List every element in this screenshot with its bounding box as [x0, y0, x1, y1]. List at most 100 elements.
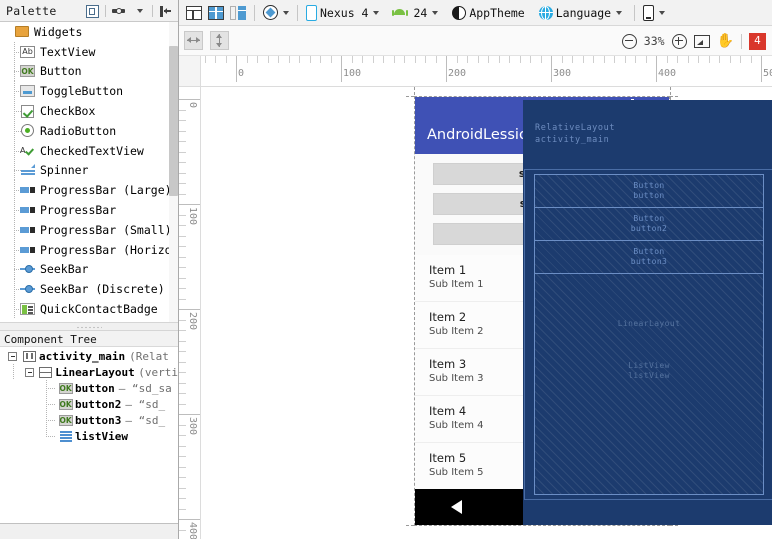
- ruler-tick: [709, 56, 710, 63]
- width-constraint-button[interactable]: [184, 31, 203, 50]
- palette-item-label: TextView: [40, 44, 96, 59]
- ruler-tick: [572, 56, 573, 63]
- palette-item-quickcontactbadge[interactable]: QuickContactBadge: [0, 299, 178, 319]
- palette-item-checkbox[interactable]: CheckBox: [0, 101, 178, 121]
- divider: [152, 5, 153, 17]
- blueprint-linearlayout-label: LinearLayout: [617, 319, 681, 328]
- zoom-out-icon[interactable]: [621, 33, 637, 49]
- tree-item-name: button2: [75, 397, 122, 411]
- palette-item-radiobutton[interactable]: RadioButton: [0, 120, 178, 141]
- blueprint-listview[interactable]: LinearLayout ListView listView: [535, 274, 763, 494]
- gear-icon[interactable]: [110, 3, 127, 20]
- ruler-tick: [530, 56, 531, 63]
- blueprint-button[interactable]: Button button2: [535, 208, 763, 241]
- ruler-label: 0: [187, 102, 198, 109]
- ruler-tick: [179, 414, 200, 415]
- zoom-in-icon[interactable]: [671, 33, 687, 49]
- component-tree[interactable]: activity_main (Relat LinearLayout (verti…: [0, 348, 178, 523]
- togglebutton-icon: [20, 84, 35, 99]
- palette-item-button[interactable]: OK Button: [0, 61, 178, 82]
- horizontal-ruler: 0 100 200 300 400 500: [201, 56, 772, 87]
- button-icon: OK: [58, 414, 73, 426]
- blueprint-button[interactable]: Button button3: [535, 241, 763, 274]
- tree-item-name: button: [75, 381, 115, 395]
- tree-item-listview[interactable]: listView: [0, 428, 178, 444]
- collapse-icon[interactable]: [157, 3, 174, 20]
- device-type-dropdown[interactable]: [640, 2, 668, 24]
- chevron-down-icon: [659, 10, 666, 15]
- ruler-tick: [179, 477, 186, 478]
- ruler-label: 100: [187, 207, 198, 226]
- chevron-down-icon[interactable]: [131, 3, 148, 20]
- ruler-corner: [179, 56, 201, 87]
- ruler-tick: [677, 56, 678, 63]
- ruler-tick: [179, 362, 186, 363]
- ruler-label: 300: [187, 417, 198, 436]
- palette-item-progressbar-small[interactable]: ProgressBar (Small): [0, 219, 178, 240]
- palette-group-widgets[interactable]: Widgets: [0, 22, 178, 42]
- palette-item-label: QuickContactBadge: [40, 302, 158, 317]
- palette-item-spinner[interactable]: Spinner: [0, 160, 178, 181]
- blueprint-design-view-button[interactable]: [205, 2, 227, 24]
- tree-item-button2[interactable]: OK button2 – “sd_: [0, 396, 178, 412]
- palette-item-label: ProgressBar: [40, 203, 117, 218]
- device-dropdown[interactable]: Nexus 4: [303, 2, 382, 24]
- tree-item-button[interactable]: OK button – “sd_sa: [0, 380, 178, 396]
- blueprint-node-id: button3: [630, 257, 668, 266]
- zoom-level-label: 33%: [643, 34, 665, 48]
- palette-scrollbar[interactable]: [169, 22, 178, 322]
- design-view-button[interactable]: [183, 2, 205, 24]
- expander-icon[interactable]: [8, 351, 17, 361]
- height-constraint-button[interactable]: [210, 31, 229, 50]
- tree-item-activity-main[interactable]: activity_main (Relat: [0, 348, 178, 364]
- tree-item-type: – “sd_: [125, 397, 166, 411]
- palette-scrollbar-thumb[interactable]: [169, 46, 178, 196]
- ruler-tick: [179, 204, 200, 205]
- blueprint-linearlayout[interactable]: Button button Button button2 Button butt…: [534, 174, 764, 495]
- divider: [105, 5, 106, 17]
- orientation-dropdown[interactable]: [260, 2, 292, 24]
- blueprint-preview[interactable]: RelativeLayout activity_main Button butt…: [523, 100, 772, 525]
- palette-item-togglebutton[interactable]: ToggleButton: [0, 81, 178, 102]
- palette-header: Palette: [0, 0, 178, 22]
- palette-item-checkedtextview[interactable]: A CheckedTextView: [0, 140, 178, 161]
- back-icon[interactable]: [451, 500, 463, 514]
- palette-item-textview[interactable]: Ab TextView: [0, 41, 178, 62]
- warning-count-badge[interactable]: 4: [749, 32, 766, 50]
- palette-item-seekbar[interactable]: SeekBar: [0, 259, 178, 280]
- palette-item-label: ToggleButton: [40, 84, 124, 99]
- hand-icon[interactable]: ✋: [717, 34, 734, 48]
- blueprint-root-id: activity_main: [535, 135, 610, 145]
- copy-icon[interactable]: [84, 3, 101, 20]
- palette-item-progressbar-horizontal[interactable]: ProgressBar (Horizonta: [0, 239, 178, 260]
- ruler-tick: [488, 56, 489, 63]
- blueprint-icon: [230, 5, 246, 20]
- design-canvas[interactable]: 6:00 AndroidLession417 sd_save sd_load s…: [201, 87, 772, 539]
- device-label: Nexus 4: [320, 5, 369, 20]
- theme-dropdown[interactable]: AppTheme: [449, 2, 527, 24]
- divider: [634, 4, 636, 21]
- chevron-down-icon: [432, 10, 439, 15]
- palette-item-progressbar[interactable]: ProgressBar: [0, 200, 178, 220]
- palette-widget-list[interactable]: Widgets Ab TextView OK Button ToggleButt…: [0, 22, 178, 322]
- palette-item-seekbar-discrete[interactable]: SeekBar (Discrete): [0, 279, 178, 300]
- ruler-tick: [179, 330, 186, 331]
- palette-item-progressbar-large[interactable]: ProgressBar (Large): [0, 180, 178, 201]
- ruler-tick: [625, 56, 626, 63]
- ruler-tick: [667, 56, 668, 63]
- expander-icon[interactable]: [25, 367, 34, 377]
- tree-item-button3[interactable]: OK button3 – “sd_: [0, 412, 178, 428]
- arrow-vertical-icon: [216, 34, 223, 47]
- theme-label: AppTheme: [469, 5, 525, 20]
- blueprint-button[interactable]: Button button: [535, 175, 763, 208]
- api-level-dropdown[interactable]: 24: [390, 2, 441, 24]
- folder-icon: [14, 24, 29, 39]
- ruler-tick: [179, 141, 186, 142]
- language-dropdown[interactable]: Language: [536, 2, 625, 24]
- ruler-tick: [179, 320, 186, 321]
- zoom-fit-icon[interactable]: [693, 34, 710, 48]
- panel-splitter[interactable]: [0, 322, 178, 331]
- tree-item-linearlayout[interactable]: LinearLayout (verti: [0, 364, 178, 380]
- ruler-tick: [179, 530, 186, 531]
- blueprint-view-button[interactable]: [227, 2, 249, 24]
